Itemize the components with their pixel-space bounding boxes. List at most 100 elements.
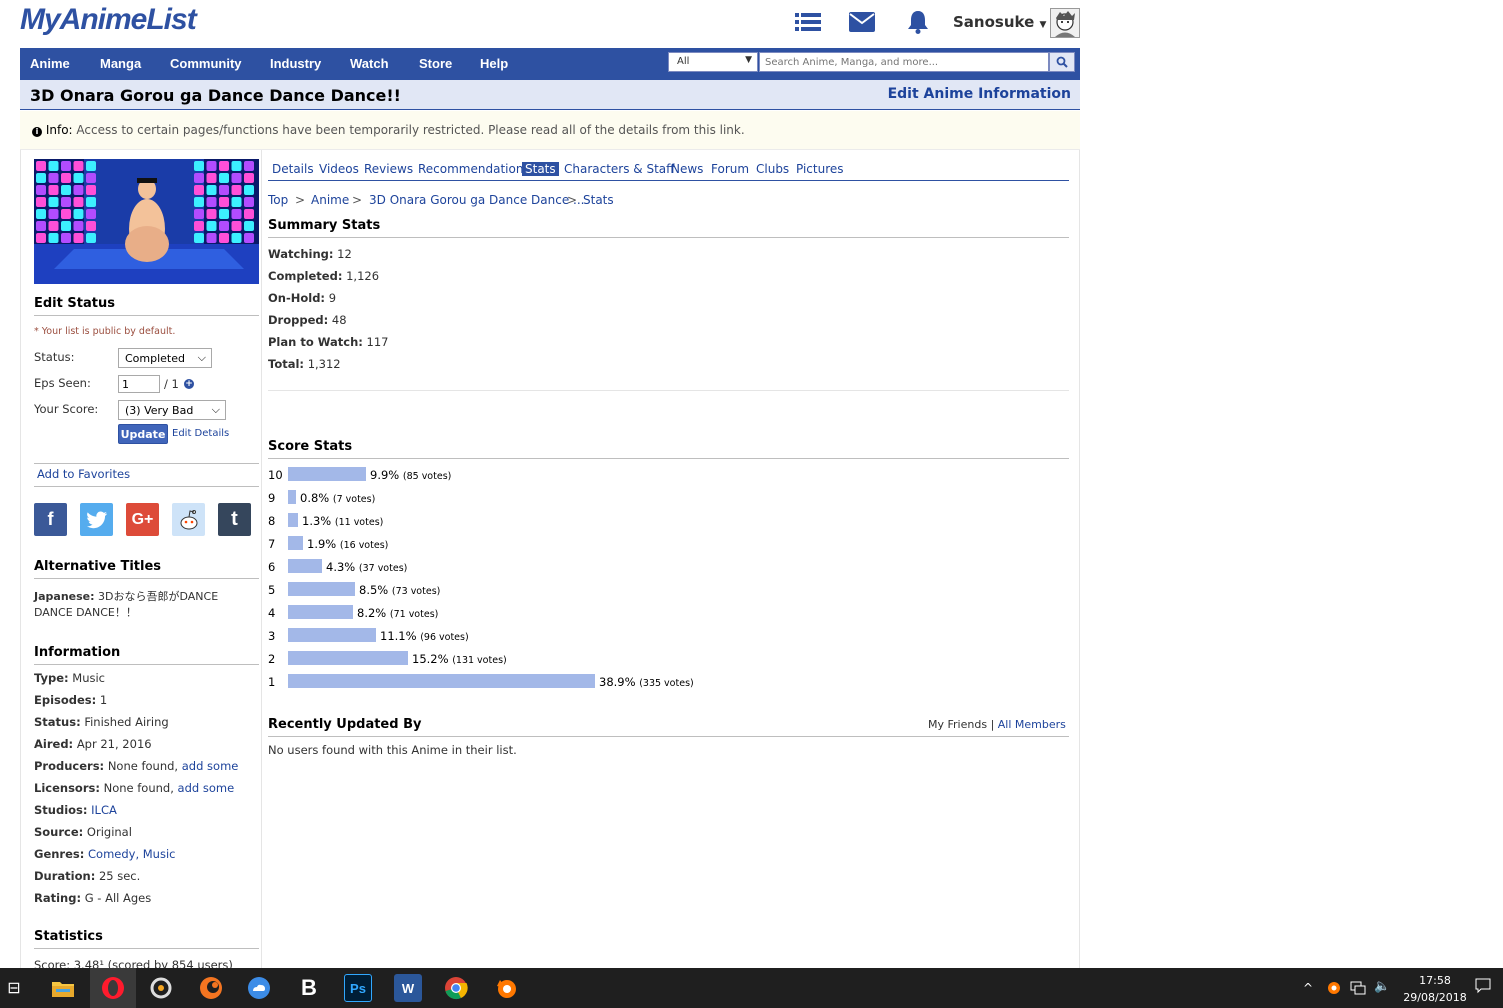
score-value-text: 0.8% (7 votes) (300, 491, 375, 505)
messages-icon[interactable] (849, 10, 875, 34)
cloud-icon[interactable] (245, 974, 273, 1002)
info-message[interactable]: Access to certain pages/functions have b… (76, 123, 744, 137)
add-to-favorites-link[interactable]: Add to Favorites (37, 467, 130, 481)
reddit-share-icon[interactable] (172, 503, 205, 536)
bandicam-b-icon[interactable]: B (295, 974, 323, 1002)
score-value-text: 1.3% (11 votes) (302, 514, 383, 528)
breadcrumb-item[interactable]: Top (268, 193, 288, 207)
chrome-icon[interactable] (442, 974, 470, 1002)
information-row: Type: Music (34, 671, 105, 685)
increment-episode-icon[interactable]: + (184, 379, 194, 389)
avatar[interactable] (1050, 8, 1080, 38)
japanese-title-line1: 3Dおなら吾郎がDANCE (98, 590, 219, 603)
score-label: 1 (268, 675, 276, 689)
score-bar (288, 536, 303, 550)
info-label: Info: (45, 123, 73, 137)
search-input[interactable] (759, 52, 1049, 72)
info-link[interactable]: add some (182, 759, 239, 773)
info-label: Duration: (34, 869, 96, 883)
no-users-message: No users found with this Anime in their … (268, 743, 517, 757)
score-votes: (16 votes) (339, 540, 389, 551)
information-row: Genres: Comedy, Music (34, 847, 175, 861)
tab-details[interactable]: Details (272, 162, 314, 176)
score-label: 9 (268, 491, 276, 505)
twitter-share-icon[interactable] (80, 503, 113, 536)
search-type-select[interactable]: All ▼ (668, 52, 758, 72)
notification-bell-icon[interactable] (905, 10, 931, 34)
list-icon[interactable] (795, 10, 821, 34)
network-icon[interactable] (1350, 980, 1366, 999)
info-link[interactable]: add some (178, 781, 235, 795)
info-icon: i (32, 127, 42, 137)
tab-videos[interactable]: Videos (319, 162, 359, 176)
score-percent: 1.3% (302, 514, 332, 528)
taskbar-clock[interactable]: 17:58 29/08/2018 (1395, 972, 1475, 1006)
opera-icon[interactable] (90, 968, 136, 1008)
breadcrumb-item[interactable]: Stats (583, 193, 614, 207)
tab-forum[interactable]: Forum (711, 162, 749, 176)
statistics-heading: Statistics (34, 929, 259, 949)
information-row: Duration: 25 sec. (34, 869, 140, 883)
score-label: 5 (268, 583, 276, 597)
info-label: Source: (34, 825, 84, 839)
file-explorer-icon[interactable] (49, 974, 77, 1002)
score-label: 10 (268, 468, 283, 482)
search-button[interactable] (1049, 52, 1075, 72)
info-link[interactable]: Comedy, Music (88, 847, 175, 861)
tray-avast-icon[interactable] (1325, 979, 1341, 999)
nav-watch[interactable]: Watch (350, 56, 389, 71)
facebook-share-icon[interactable]: f (34, 503, 67, 536)
my-friends-label[interactable]: My Friends (928, 718, 987, 731)
score-value-text: 9.9% (85 votes) (370, 468, 451, 482)
breadcrumb-separator: > (352, 193, 363, 207)
tab-stats[interactable]: Stats (522, 162, 559, 176)
info-link[interactable]: ILCA (91, 803, 117, 817)
tab-reviews[interactable]: Reviews (364, 162, 413, 176)
eps-seen-input[interactable]: 1 (118, 375, 160, 393)
update-button[interactable]: Update (118, 424, 168, 444)
tab-recommendations[interactable]: Recommendations (418, 162, 530, 176)
edit-details-link[interactable]: Edit Details (172, 428, 229, 439)
breadcrumb-separator: > (567, 193, 578, 207)
tab-news[interactable]: News (671, 162, 703, 176)
eps-total: / 1 (164, 377, 179, 391)
app-icon[interactable] (147, 974, 175, 1002)
breadcrumb-item[interactable]: Anime (311, 193, 349, 207)
all-members-link[interactable]: All Members (998, 718, 1066, 731)
site-logo[interactable]: MyAnimeList (20, 3, 197, 37)
nav-manga[interactable]: Manga (100, 56, 141, 71)
nav-industry[interactable]: Industry (270, 56, 321, 71)
tab-pictures[interactable]: Pictures (796, 162, 844, 176)
nav-anime[interactable]: Anime (30, 56, 70, 71)
photoshop-icon[interactable]: Ps (344, 974, 372, 1002)
caret-down-icon: ▼ (1039, 20, 1047, 30)
task-view-icon[interactable]: ⊟ (2, 974, 26, 1002)
score-votes: (37 votes) (358, 563, 408, 574)
score-label: 4 (268, 606, 276, 620)
word-icon[interactable]: W (394, 974, 422, 1002)
tab-clubs[interactable]: Clubs (756, 162, 789, 176)
score-label: 8 (268, 514, 276, 528)
user-menu[interactable]: Sanosuke ▼ (953, 13, 1046, 31)
summary-row: Watching: 12 (268, 247, 352, 261)
nav-community[interactable]: Community (170, 56, 242, 71)
action-center-icon[interactable] (1475, 978, 1491, 998)
nav-help[interactable]: Help (480, 56, 508, 71)
nav-store[interactable]: Store (419, 56, 452, 71)
title-bar: 3D Onara Gorou ga Dance Dance Dance!! Ed… (20, 80, 1080, 110)
anime-cover-image[interactable] (34, 159, 259, 284)
breadcrumb-item[interactable]: 3D Onara Gorou ga Dance Dance ... (369, 193, 584, 207)
google-plus-share-icon[interactable]: G+ (126, 503, 159, 536)
score-percent: 11.1% (380, 629, 417, 643)
clock-date: 29/08/2018 (1403, 991, 1467, 1004)
tumblr-share-icon[interactable]: t (218, 503, 251, 536)
tab-characters-staff[interactable]: Characters & Staff (564, 162, 674, 176)
status-select[interactable]: Completed ⌵ (118, 348, 212, 368)
info-label: Studios: (34, 803, 88, 817)
score-select[interactable]: (3) Very Bad ⌵ (118, 400, 226, 420)
crunchyroll-icon[interactable] (197, 974, 225, 1002)
tray-chevron-icon[interactable]: ^ (1303, 981, 1313, 995)
volume-icon[interactable]: 🔈 (1374, 979, 1390, 994)
avast-icon[interactable] (492, 974, 520, 1002)
edit-anime-info-link[interactable]: Edit Anime Information (888, 86, 1071, 102)
